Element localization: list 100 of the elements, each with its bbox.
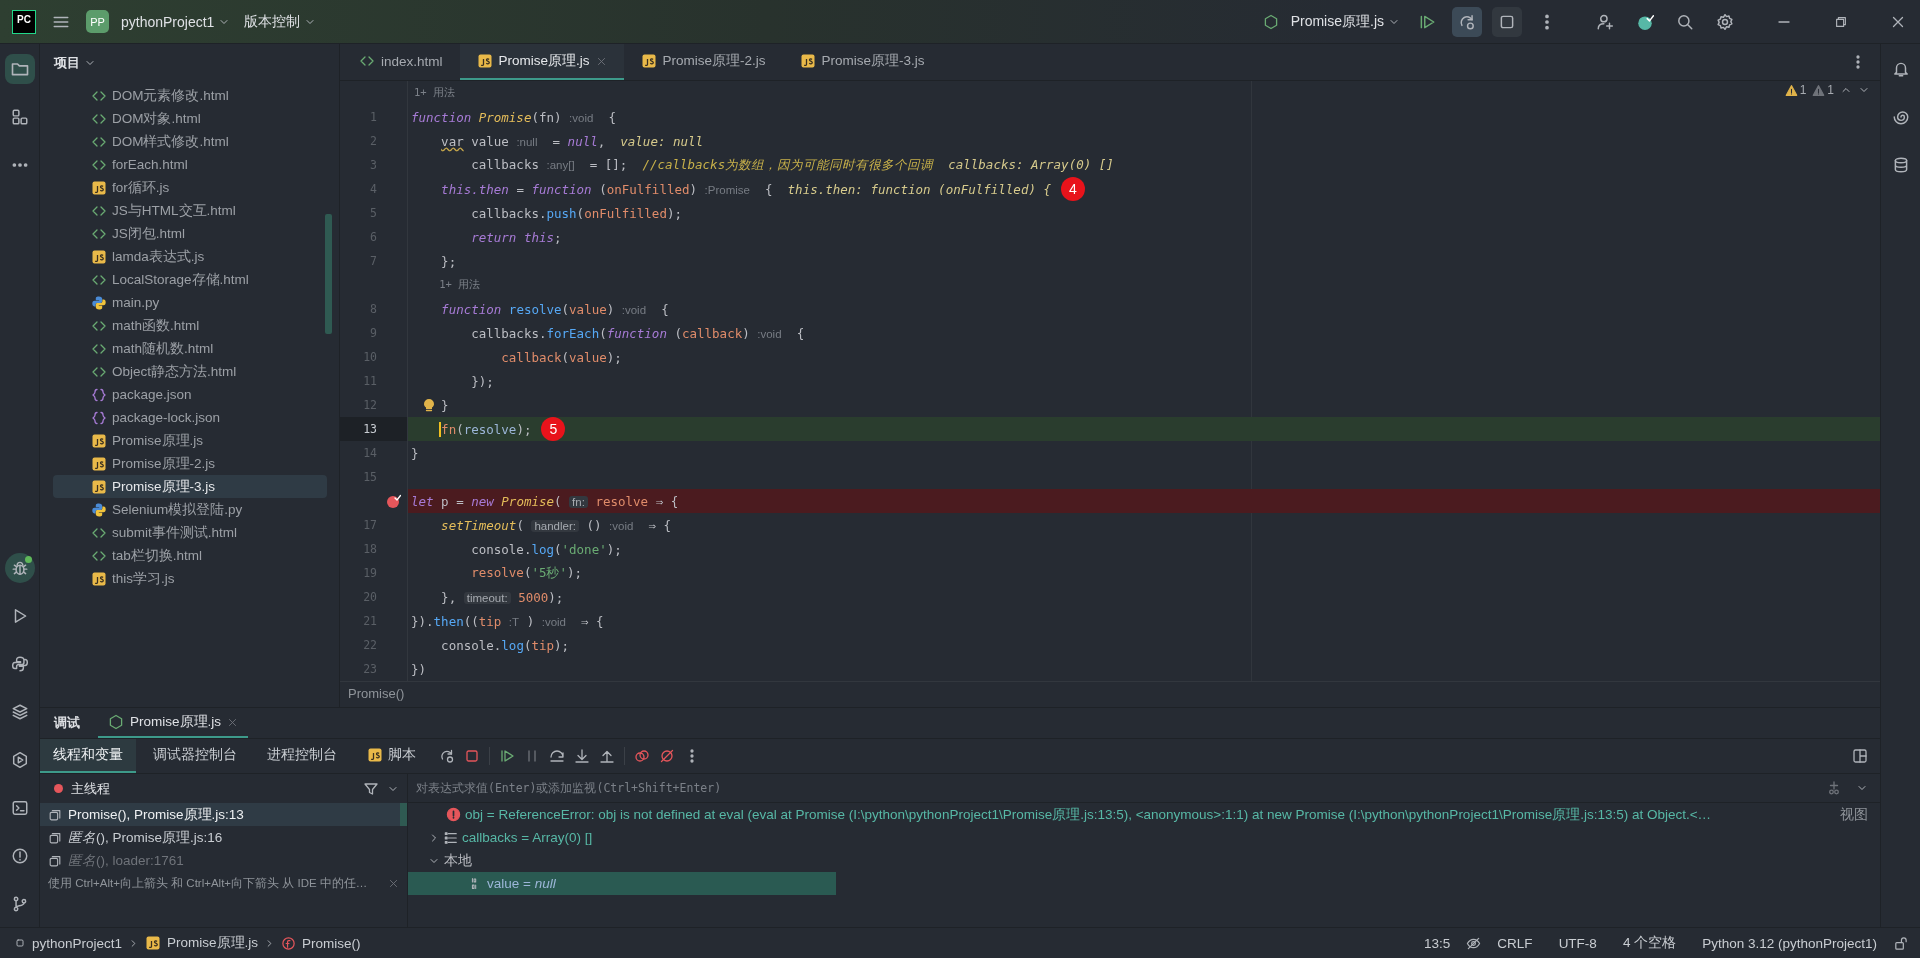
spiral-icon[interactable] — [1891, 108, 1910, 126]
stack-frame[interactable]: 匿名(), loader:1761 — [40, 849, 407, 872]
file-tree-item[interactable]: Object静态方法.html — [53, 360, 327, 383]
warning-count[interactable]: 1 — [1784, 83, 1807, 97]
editor-tab[interactable]: Promise原理-2.js — [623, 44, 783, 80]
evaluate-field[interactable]: 对表达式求值(Enter)或添加监视(Ctrl+Shift+Enter) — [414, 780, 1812, 796]
caret-position[interactable]: 13:5 — [1414, 935, 1461, 951]
lightbulb-icon[interactable] — [421, 397, 437, 413]
step-into-icon[interactable] — [574, 748, 590, 764]
resume-icon[interactable] — [499, 748, 515, 764]
file-tree-item[interactable]: DOM元素修改.html — [53, 84, 327, 107]
variable-value[interactable]: callbacks = Array(0) [] — [462, 830, 593, 845]
file-tree-item[interactable]: math随机数.html — [53, 337, 327, 360]
breadcrumb-item[interactable]: Promise() — [302, 935, 361, 951]
code-breadcrumb[interactable]: Promise() — [348, 686, 405, 701]
debugger-tab[interactable]: 脚本 — [354, 739, 429, 773]
line-separator[interactable]: CRLF — [1487, 935, 1543, 951]
file-tree-item[interactable]: Selenium模拟登陆.py — [53, 498, 327, 521]
file-tree-item[interactable]: lamda表达式.js — [53, 245, 327, 268]
python-file-icon — [91, 501, 107, 518]
usage-hint[interactable]: 1+ 用法 — [411, 86, 455, 100]
variable-group[interactable]: 本地 — [444, 851, 472, 870]
breadcrumb-item[interactable]: pythonProject1 — [32, 935, 123, 951]
layout-icon[interactable] — [1852, 748, 1868, 764]
status-dot-icon[interactable] — [1636, 12, 1654, 31]
file-tree-item[interactable]: package-lock.json — [53, 406, 327, 429]
stop-icon[interactable] — [464, 748, 480, 764]
thread-name[interactable]: 主线程 — [71, 779, 355, 798]
editor-tab[interactable]: Promise原理.js — [459, 44, 624, 80]
run-config-dropdown[interactable]: Promise原理.js — [1288, 8, 1402, 35]
file-tree-item[interactable]: Promise原理-2.js — [53, 452, 327, 475]
problems-icon[interactable] — [10, 847, 29, 865]
stack-frame[interactable]: Promise(), Promise原理.js:13 — [40, 803, 407, 826]
indent-setting[interactable]: 4 个空格 — [1612, 934, 1687, 952]
file-tree-item[interactable]: tab栏切换.html — [53, 544, 327, 567]
file-tree-item[interactable]: Promise原理-3.js — [53, 475, 327, 498]
terminal-icon[interactable] — [10, 799, 29, 817]
interpreter[interactable]: Python 3.12 (pythonProject1) — [1692, 935, 1887, 951]
selected-variable-row[interactable]: value = null — [408, 872, 836, 895]
bug-icon[interactable] — [10, 559, 29, 577]
lock-icon[interactable] — [1893, 935, 1908, 951]
debugger-tab[interactable]: 进程控制台 — [254, 739, 350, 773]
layers-icon[interactable] — [10, 703, 29, 721]
notifications-icon[interactable] — [1891, 60, 1910, 78]
warning-count[interactable]: 1 — [1812, 83, 1834, 97]
editor-tab[interactable]: index.html — [342, 44, 460, 80]
code-line: var value :null = null, value: null — [441, 133, 704, 149]
vcs-dropdown[interactable]: 版本控制 — [242, 8, 319, 35]
add-watch-icon[interactable] — [1826, 780, 1842, 796]
file-tree-item[interactable]: submit事件测试.html — [53, 521, 327, 544]
breadcrumb-item[interactable]: Promise原理.js — [167, 934, 259, 952]
project-dropdown[interactable]: pythonProject1 — [119, 9, 233, 34]
eye-off-icon[interactable] — [1466, 935, 1482, 951]
step-over-icon[interactable] — [549, 748, 565, 764]
panel-title: 调试 — [54, 714, 80, 732]
file-tree-item[interactable]: LocalStorage存储.html — [53, 268, 327, 291]
debug-session-tab[interactable]: Promise原理.js — [98, 708, 248, 738]
file-tree-item[interactable]: package.json — [53, 383, 327, 406]
stack-frame[interactable]: 匿名(), Promise原理.js:16 — [40, 826, 407, 849]
file-tree-item[interactable]: for循环.js — [53, 176, 327, 199]
file-tree-item[interactable]: forEach.html — [53, 153, 327, 176]
step-out-icon[interactable] — [599, 748, 615, 764]
add-user-icon[interactable] — [1596, 12, 1614, 31]
view-breakpoints-icon[interactable] — [634, 748, 650, 764]
debugger-tab[interactable]: 线程和变量 — [40, 739, 136, 773]
python-icon[interactable] — [10, 655, 29, 673]
code-line: callbacks :any[] = []; //callbacks为数组，因为可能同时有很多个回调 callbacks: Array(0) [] — [471, 156, 1114, 172]
breakpoint-icon[interactable] — [385, 493, 401, 509]
structure-icon[interactable] — [10, 108, 29, 126]
file-encoding[interactable]: UTF-8 — [1548, 935, 1607, 951]
rerun-icon[interactable] — [439, 748, 455, 764]
scrollbar-thumb[interactable] — [325, 214, 332, 334]
file-tree-item[interactable]: JS闭包.html — [53, 222, 327, 245]
services-icon[interactable] — [10, 751, 29, 769]
code-line: }).then((tip :T ) :void ⇒ { — [411, 613, 604, 629]
file-tree-item[interactable]: DOM对象.html — [53, 107, 327, 130]
editor-tab[interactable]: Promise原理-3.js — [782, 44, 942, 80]
nodejs-icon — [108, 714, 124, 730]
mute-breakpoints-icon[interactable] — [659, 748, 675, 764]
warning-icon — [1784, 83, 1798, 97]
search-icon[interactable] — [1676, 12, 1694, 31]
app-logo[interactable]: PC — [12, 9, 36, 34]
debug-icon[interactable] — [1458, 12, 1476, 31]
usage-hint[interactable]: 1+ 用法 — [411, 278, 481, 292]
frame-icon — [48, 807, 62, 822]
view-link[interactable]: 视图 — [1840, 805, 1880, 824]
file-tree-item[interactable]: math函数.html — [53, 314, 327, 337]
file-tree-item[interactable]: main.py — [53, 291, 327, 314]
file-tree-item[interactable]: Promise原理.js — [53, 429, 327, 452]
file-tree-item[interactable]: JS与HTML交互.html — [53, 199, 327, 222]
settings-icon[interactable] — [1716, 12, 1734, 31]
debugger-tab[interactable]: 调试器控制台 — [140, 739, 250, 773]
restore-icon[interactable] — [1834, 14, 1848, 29]
file-tree-item[interactable]: DOM样式修改.html — [53, 130, 327, 153]
code-line: function resolve(value) :void { — [441, 301, 669, 317]
code-line: console.log(tip); — [441, 637, 570, 653]
filter-icon[interactable] — [363, 780, 379, 797]
running-indicator — [24, 556, 32, 563]
panel-title[interactable]: 项目 — [54, 53, 80, 72]
file-tree-item[interactable]: this学习.js — [53, 567, 327, 590]
